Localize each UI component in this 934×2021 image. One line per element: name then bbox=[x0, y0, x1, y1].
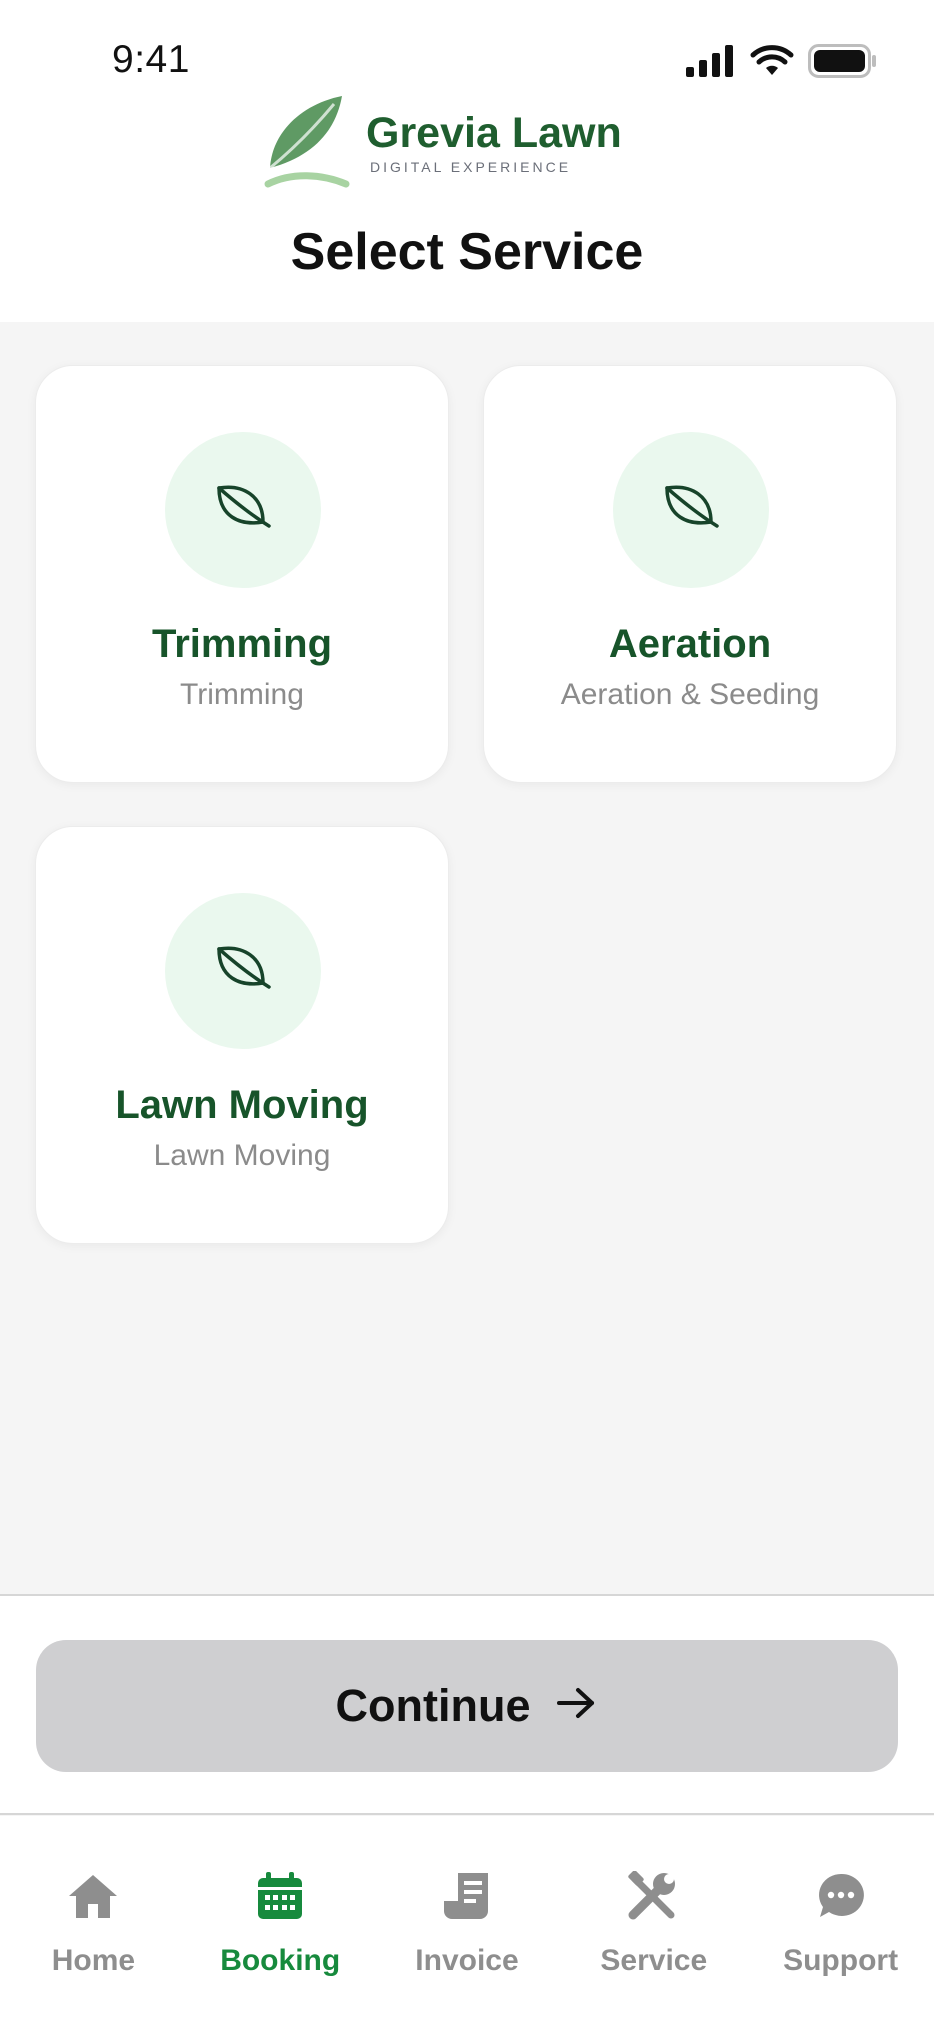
chat-icon bbox=[813, 1868, 869, 1924]
nav-item-home[interactable]: Home bbox=[0, 1816, 187, 2021]
wifi-icon bbox=[750, 45, 794, 82]
nav-label: Home bbox=[51, 1944, 136, 1977]
nav-item-booking[interactable]: Booking bbox=[187, 1816, 374, 2021]
app-screen: 9:41 Grevia Lawn DIGITAL EXPERIENCE Sele… bbox=[0, 0, 934, 2021]
leaf-icon bbox=[213, 941, 273, 1002]
battery-icon bbox=[808, 44, 878, 83]
service-subtitle: Lawn Moving bbox=[153, 1139, 331, 1172]
icon-circle bbox=[165, 893, 321, 1049]
nav-label: Booking bbox=[220, 1944, 341, 1977]
service-subtitle: Trimming bbox=[180, 678, 304, 711]
service-title: Trimming bbox=[151, 622, 333, 666]
nav-label: Support bbox=[783, 1944, 899, 1977]
home-icon bbox=[65, 1868, 121, 1924]
service-subtitle: Aeration & Seeding bbox=[560, 678, 820, 711]
service-title: Lawn Moving bbox=[115, 1083, 369, 1127]
icon-circle bbox=[165, 432, 321, 588]
brand-tagline: DIGITAL EXPERIENCE bbox=[370, 159, 572, 175]
leaf-icon bbox=[213, 480, 273, 541]
service-card-aeration[interactable]: Aeration Aeration & Seeding bbox=[483, 365, 897, 783]
leaf-icon bbox=[661, 480, 721, 541]
brand-logo: Grevia Lawn DIGITAL EXPERIENCE bbox=[262, 92, 622, 192]
icon-circle bbox=[613, 432, 769, 588]
service-card-trimming[interactable]: Trimming Trimming bbox=[35, 365, 449, 783]
status-time: 9:41 bbox=[112, 38, 190, 81]
arrow-right-icon bbox=[556, 1680, 598, 1732]
invoice-icon bbox=[439, 1868, 495, 1924]
service-card-lawn-moving[interactable]: Lawn Moving Lawn Moving bbox=[35, 826, 449, 1244]
tools-icon bbox=[626, 1868, 682, 1924]
service-title: Aeration bbox=[608, 622, 772, 666]
nav-label: Service bbox=[600, 1944, 708, 1977]
nav-item-invoice[interactable]: Invoice bbox=[374, 1816, 561, 2021]
leaf-logo-icon bbox=[262, 92, 354, 192]
continue-button[interactable]: Continue bbox=[36, 1640, 898, 1772]
continue-label: Continue bbox=[335, 1680, 531, 1731]
status-icons bbox=[686, 44, 878, 83]
nav-item-support[interactable]: Support bbox=[747, 1816, 934, 2021]
header: 9:41 Grevia Lawn DIGITAL EXPERIENCE Sele… bbox=[0, 0, 934, 322]
calendar-icon bbox=[252, 1868, 308, 1924]
bottom-nav: Home Booking Invoice Service Support bbox=[0, 1816, 934, 2021]
brand-name: Grevia Lawn bbox=[366, 109, 622, 157]
nav-label: Invoice bbox=[415, 1944, 519, 1977]
divider bbox=[0, 1813, 934, 1815]
page-title: Select Service bbox=[290, 223, 644, 281]
nav-item-service[interactable]: Service bbox=[560, 1816, 747, 2021]
continue-area: Continue bbox=[0, 1596, 934, 1814]
signal-icon bbox=[686, 45, 736, 82]
